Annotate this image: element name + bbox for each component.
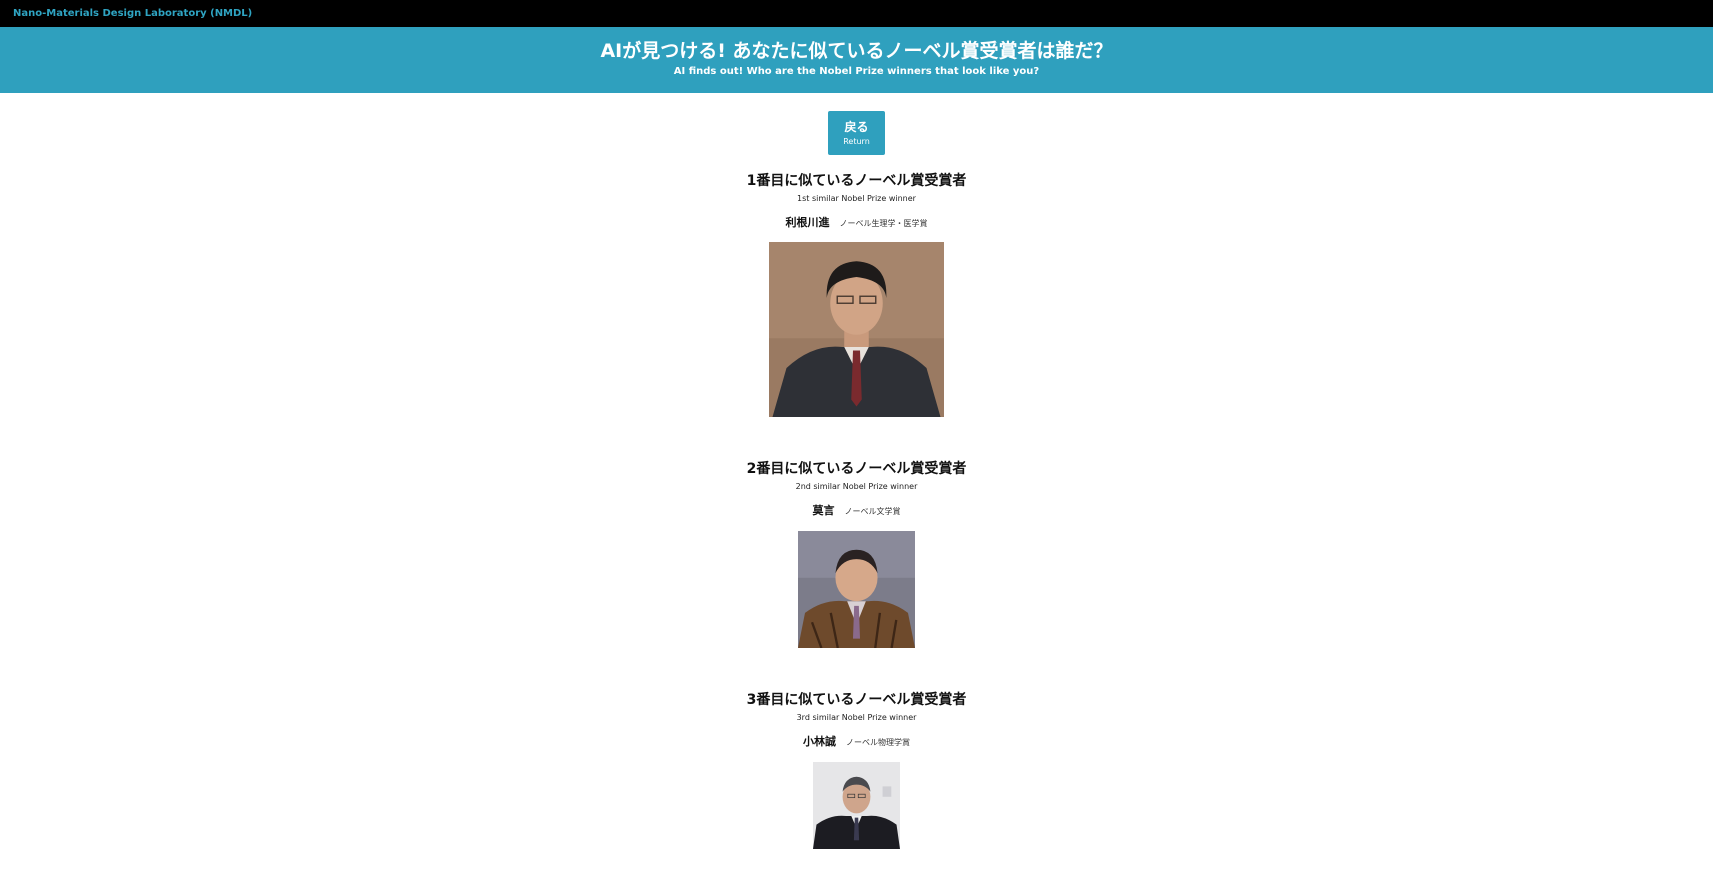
result-title: 1番目に似ているノーベル賞受賞者 bbox=[746, 173, 967, 189]
result-subtitle: 1st similar Nobel Prize winner bbox=[797, 194, 916, 203]
winner-photo bbox=[769, 242, 944, 417]
winner-name: 小林誠 bbox=[802, 735, 836, 748]
winner-name: 莫言 bbox=[812, 504, 835, 517]
winner-name: 利根川進 bbox=[785, 216, 830, 229]
top-navbar: Nano-Materials Design Laboratory (NMDL) bbox=[0, 0, 1713, 27]
winner-info: 小林誠 ノーベル物理学賞 bbox=[0, 732, 1713, 751]
result-card-1: 1番目に似ているノーベル賞受賞者 1st similar Nobel Prize… bbox=[0, 172, 1713, 417]
result-card-2: 2番目に似ているノーベル賞受賞者 2nd similar Nobel Prize… bbox=[0, 460, 1713, 648]
main-content: 戻る Return 1番目に似ているノーベル賞受賞者 1st similar N… bbox=[0, 93, 1713, 849]
return-button[interactable]: 戻る Return bbox=[828, 111, 885, 155]
brand-link[interactable]: Nano-Materials Design Laboratory (NMDL) bbox=[13, 8, 252, 19]
winner-info: 利根川進 ノーベル生理学・医学賞 bbox=[0, 213, 1713, 232]
return-button-label-jp: 戻る bbox=[844, 120, 869, 134]
result-title: 3番目に似ているノーベル賞受賞者 bbox=[746, 692, 967, 708]
page-subtitle: AI finds out! Who are the Nobel Prize wi… bbox=[673, 66, 1040, 77]
return-button-label-en: Return bbox=[843, 137, 870, 146]
result-card-3: 3番目に似ているノーベル賞受賞者 3rd similar Nobel Prize… bbox=[0, 691, 1713, 849]
winner-info: 莫言 ノーベル文学賞 bbox=[0, 501, 1713, 520]
winner-photo bbox=[813, 762, 900, 849]
result-title: 2番目に似ているノーベル賞受賞者 bbox=[746, 461, 967, 477]
winner-photo bbox=[798, 531, 915, 648]
result-subtitle: 3rd similar Nobel Prize winner bbox=[796, 713, 917, 722]
winner-prize: ノーベル文学賞 bbox=[844, 507, 901, 516]
winner-prize: ノーベル物理学賞 bbox=[846, 738, 911, 747]
result-subtitle: 2nd similar Nobel Prize winner bbox=[795, 482, 918, 491]
winner-prize: ノーベル生理学・医学賞 bbox=[839, 219, 928, 228]
hero-banner: AIが見つける! あなたに似ているノーベル賞受賞者は誰だ？ AI finds o… bbox=[0, 27, 1713, 93]
page-title: AIが見つける! あなたに似ているノーベル賞受賞者は誰だ？ bbox=[600, 40, 1113, 62]
